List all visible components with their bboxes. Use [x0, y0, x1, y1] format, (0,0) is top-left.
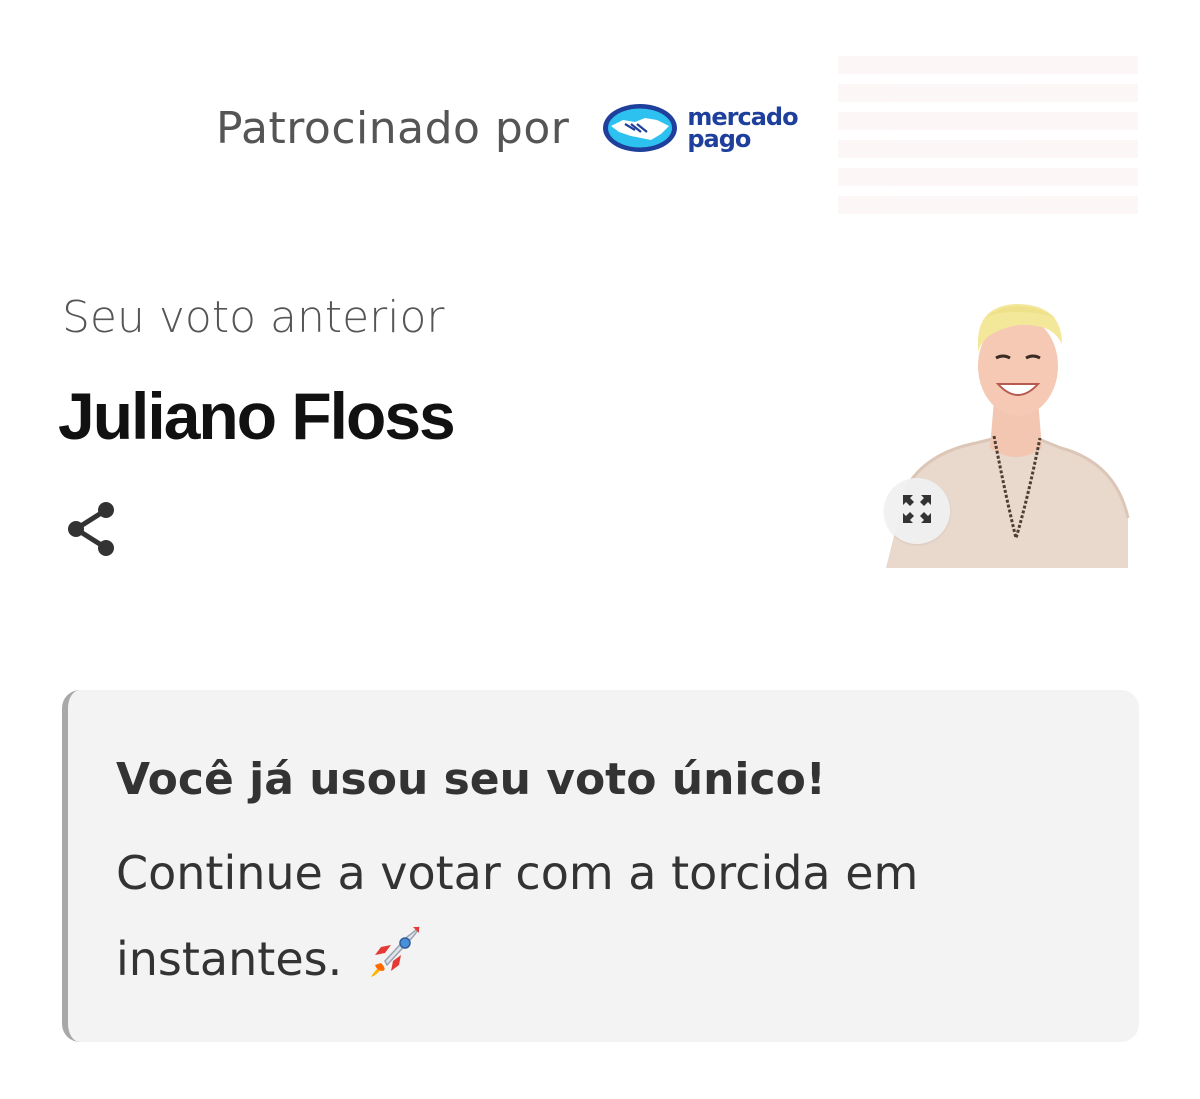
handshake-logo-icon: [601, 102, 679, 154]
candidate-name: Juliano Floss: [58, 379, 456, 453]
sponsor-banner: Patrocinado por mercado pago: [216, 88, 799, 168]
faded-background-artifact: [838, 56, 1138, 216]
notice-body-text: Continue a votar com a torcida em instan…: [116, 846, 919, 986]
share-icon[interactable]: [66, 500, 118, 558]
sponsor-label: Patrocinado por: [216, 102, 570, 154]
mercado-pago-logo[interactable]: mercado pago: [601, 102, 799, 154]
brand-line-2: pago: [687, 125, 751, 153]
rocket-icon: [367, 920, 423, 1006]
vote-used-notice: Você já usou seu voto único! Continue a …: [62, 690, 1139, 1042]
expand-photo-button[interactable]: [884, 478, 950, 544]
notice-body: Continue a votar com a torcida em instan…: [116, 830, 976, 1006]
notice-title: Você já usou seu voto único!: [116, 754, 826, 805]
previous-vote-label: Seu voto anterior: [62, 292, 445, 343]
expand-icon: [901, 493, 933, 529]
mercado-pago-wordmark: mercado pago: [687, 105, 798, 153]
